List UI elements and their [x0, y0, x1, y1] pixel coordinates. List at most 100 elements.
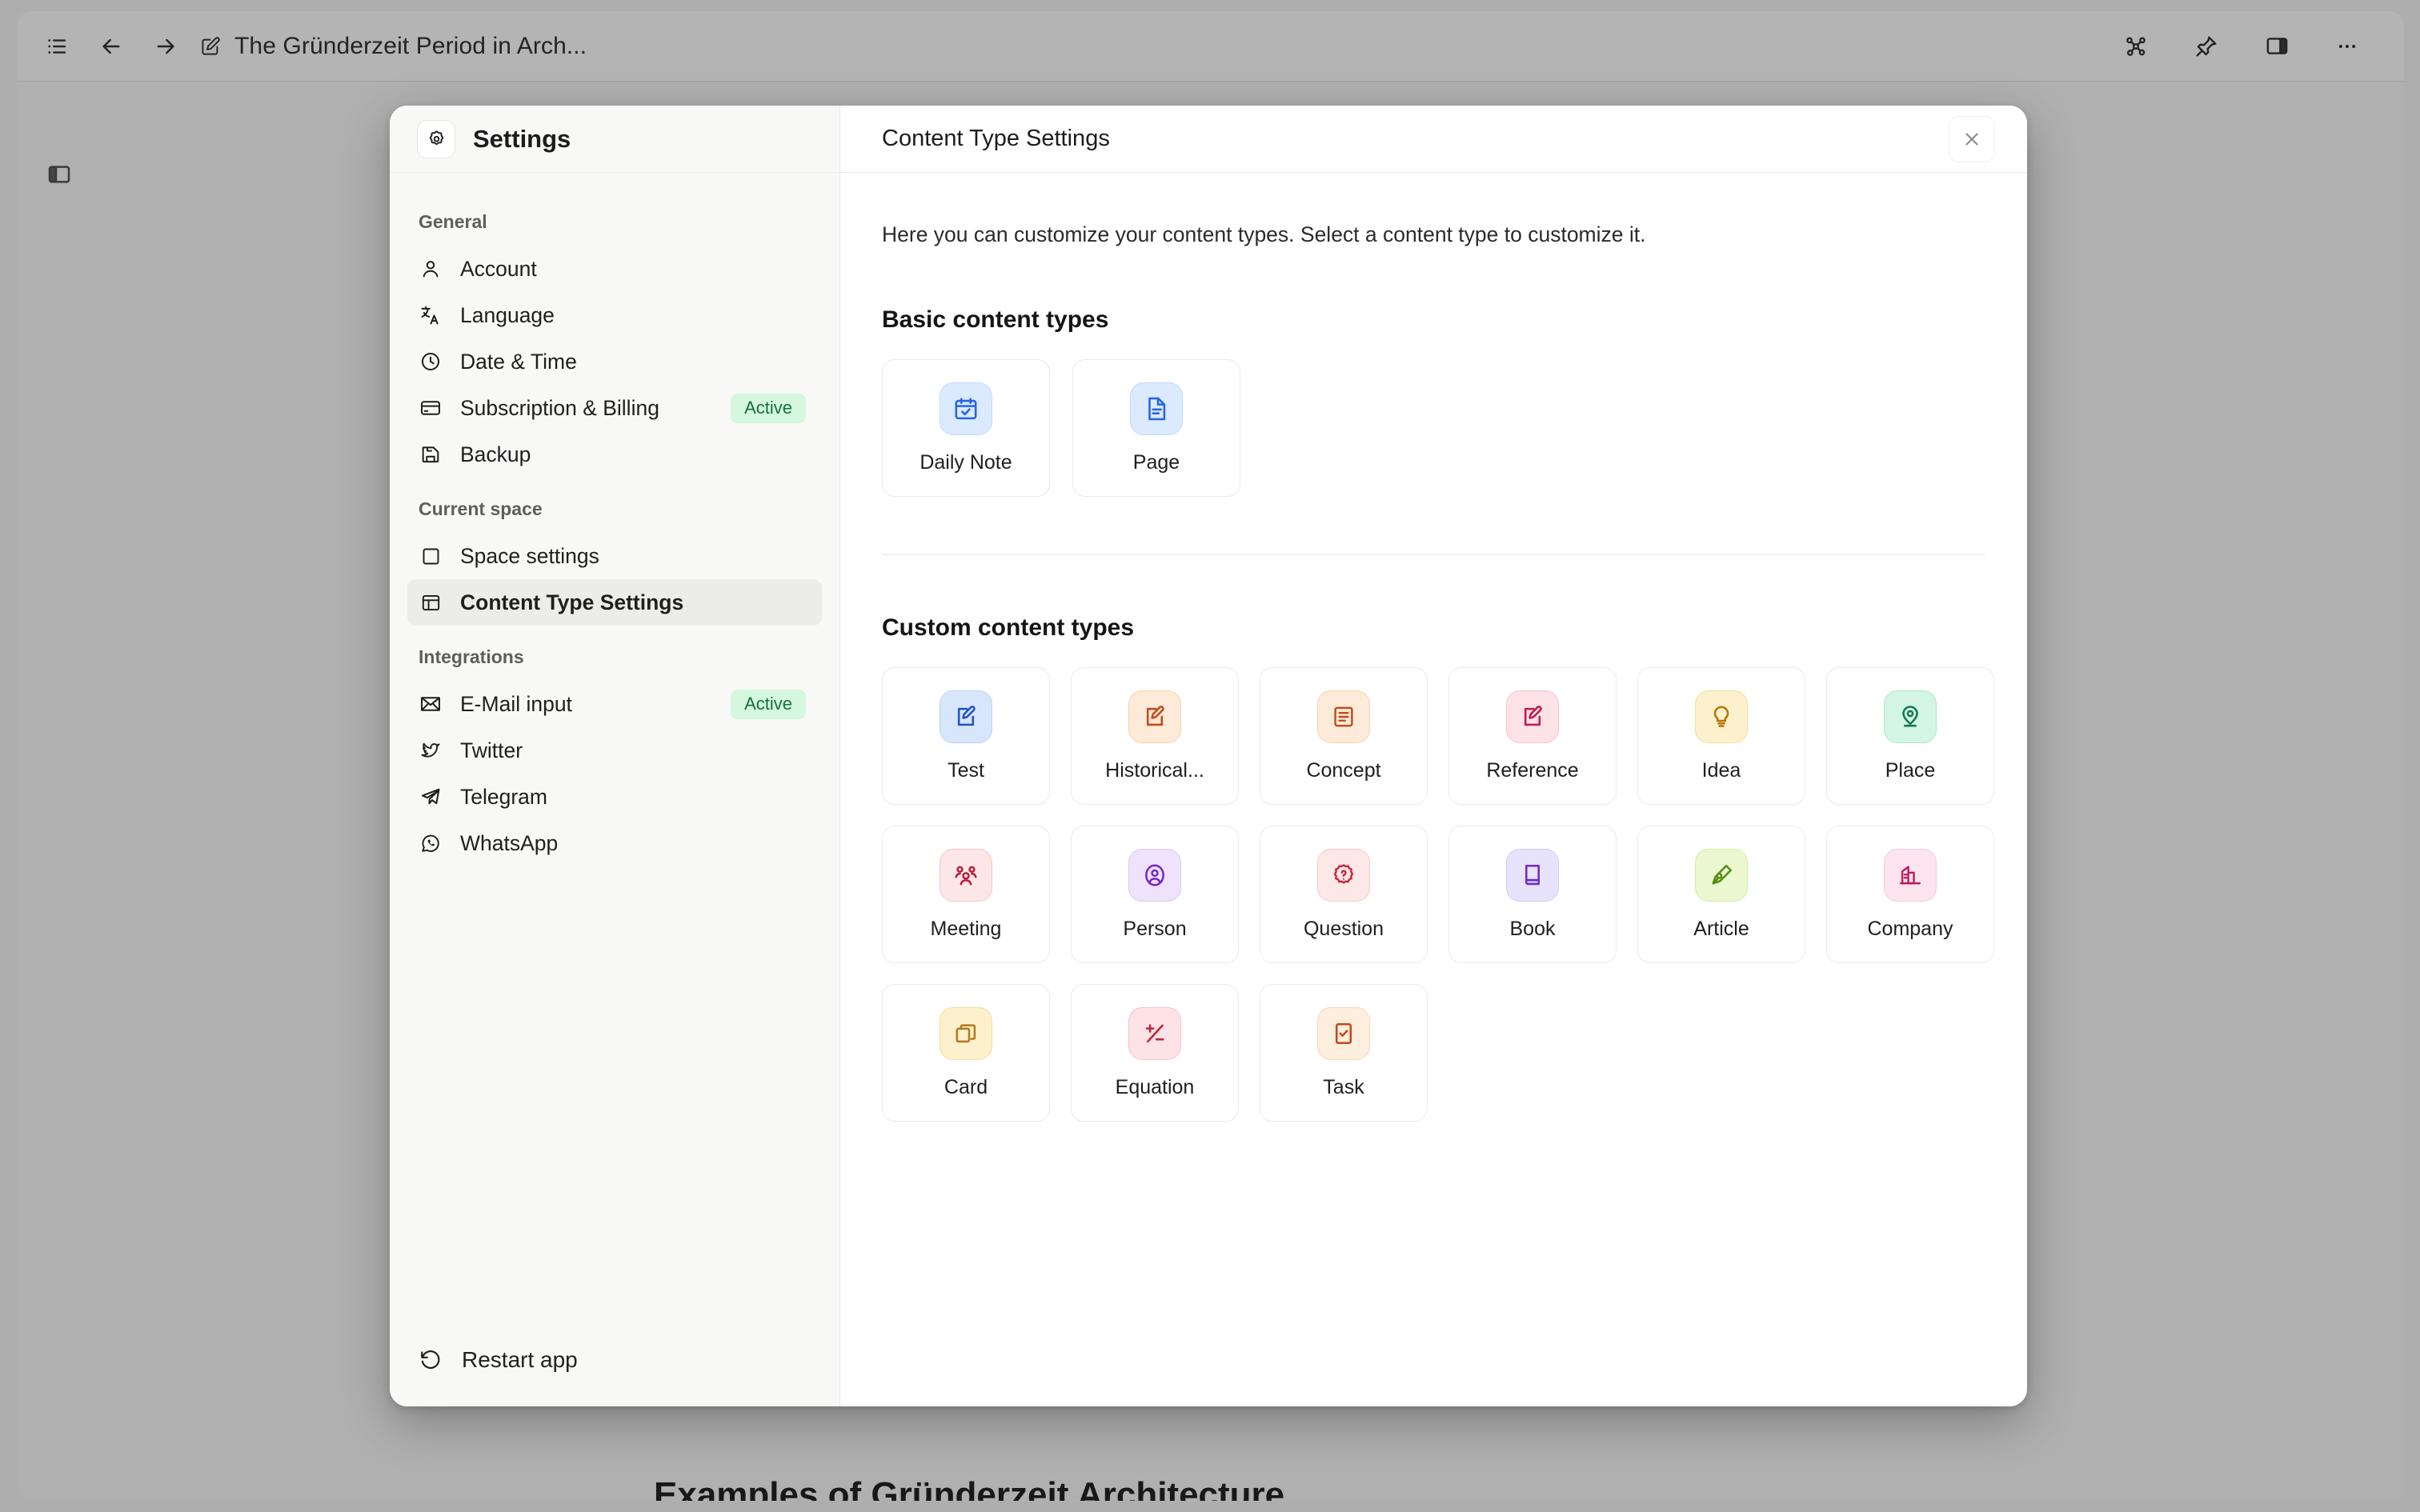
nav-group-label-general: General: [419, 211, 487, 232]
content-type-label: Card: [944, 1075, 988, 1098]
list-icon[interactable]: [40, 30, 74, 63]
custom-section-title: Custom content types: [882, 614, 1135, 641]
buildings-icon: [1884, 848, 1937, 902]
content-type-label: Task: [1323, 1075, 1364, 1098]
content-type-label: Test: [948, 758, 984, 782]
note-pencil-icon: [940, 690, 992, 743]
content-type-label: Equation: [1115, 1075, 1195, 1098]
translate-icon: [419, 303, 443, 327]
calendar-check-icon: [940, 382, 992, 435]
whatsapp-icon: [419, 831, 443, 855]
content-type-card-person[interactable]: Person: [1071, 826, 1239, 963]
document-heading: Examples of Gründerzeit Architecture: [654, 1475, 1285, 1501]
square-icon: [419, 544, 443, 568]
content-type-card-concept[interactable]: Concept: [1260, 667, 1428, 805]
back-arrow-icon[interactable]: [94, 30, 128, 63]
restart-icon: [419, 1348, 443, 1372]
content-type-card-equation[interactable]: Equation: [1071, 984, 1239, 1122]
sidebar-item-label: Date & Time: [460, 349, 577, 374]
content-type-label: Company: [1867, 917, 1953, 940]
content-type-card-historical[interactable]: Historical...: [1071, 667, 1239, 805]
section-divider: [882, 554, 1985, 555]
settings-sidebar: Settings General Account Language Date &…: [390, 106, 840, 1406]
content-type-card-book[interactable]: Book: [1448, 826, 1617, 963]
content-type-label: Idea: [1701, 758, 1741, 782]
content-type-card-idea[interactable]: Idea: [1637, 667, 1805, 805]
twitter-bird-icon: [419, 738, 443, 762]
sidebar-item-email-input[interactable]: E-Mail input Active: [407, 681, 822, 727]
content-type-card-company[interactable]: Company: [1826, 826, 1994, 963]
content-type-label: Concept: [1306, 758, 1381, 782]
envelope-icon: [419, 692, 443, 716]
settings-sidebar-header: Settings: [390, 106, 839, 173]
sidebar-item-space-settings[interactable]: Space settings: [407, 533, 822, 579]
user-icon: [419, 257, 443, 281]
sidebar-item-label: Backup: [460, 442, 531, 466]
graph-view-icon[interactable]: [2119, 30, 2153, 63]
settings-sidebar-footer: Restart app: [390, 1347, 839, 1406]
plus-minus-icon: [1128, 1006, 1181, 1060]
text-lines-box-icon: [1317, 690, 1370, 743]
sidebar-item-label: Twitter: [460, 738, 523, 762]
sidebar-item-subscription-billing[interactable]: Subscription & Billing Active: [407, 385, 822, 431]
content-type-card-reference[interactable]: Reference: [1448, 667, 1617, 805]
content-type-label: Book: [1509, 917, 1556, 940]
sidebar-item-language[interactable]: Language: [407, 292, 822, 338]
titlebar: The Gründerzeit Period in Arch...: [18, 11, 2404, 82]
close-icon[interactable]: [1949, 115, 1995, 162]
forward-arrow-icon[interactable]: [149, 30, 182, 63]
sidebar-item-telegram[interactable]: Telegram: [407, 774, 822, 820]
sidebar-item-date-time[interactable]: Date & Time: [407, 338, 822, 385]
settings-nav: General Account Language Date & Time Sub…: [390, 173, 839, 1347]
sidebar-item-label: Content Type Settings: [460, 590, 684, 614]
content-type-settings-body: Here you can customize your content type…: [840, 173, 2027, 1122]
settings-title: Settings: [473, 124, 571, 153]
basic-section-title: Basic content types: [882, 306, 1109, 333]
content-type-settings-pane: Content Type Settings Here you can custo…: [840, 106, 2027, 1406]
status-badge: Active: [731, 689, 806, 719]
user-circle-icon: [1128, 848, 1181, 902]
nav-group-label-current-space: Current space: [419, 498, 543, 519]
content-type-label: Reference: [1486, 758, 1579, 782]
sidebar-item-label: Language: [460, 302, 555, 327]
left-panel-toggle-icon[interactable]: [42, 157, 77, 192]
content-type-card-place[interactable]: Place: [1826, 667, 1994, 805]
status-badge: Active: [731, 393, 806, 423]
content-type-card-question[interactable]: Question: [1260, 826, 1428, 963]
content-type-card-card[interactable]: Card: [882, 984, 1050, 1122]
more-options-icon[interactable]: [2330, 30, 2364, 63]
content-type-label: Article: [1693, 917, 1749, 940]
sidebar-item-content-type-settings[interactable]: Content Type Settings: [407, 579, 822, 626]
sidebar-item-whatsapp[interactable]: WhatsApp: [407, 820, 822, 866]
content-type-label: Question: [1303, 917, 1384, 940]
content-type-card-page[interactable]: Page: [1072, 359, 1240, 497]
pane-title: Content Type Settings: [882, 126, 1110, 151]
restart-app-button[interactable]: Restart app: [419, 1347, 811, 1373]
content-type-card-article[interactable]: Article: [1637, 826, 1805, 963]
content-type-label: Daily Note: [920, 450, 1012, 474]
nav-group-label-integrations: Integrations: [419, 646, 524, 667]
edit-note-icon: [200, 35, 222, 57]
content-type-card-meeting[interactable]: Meeting: [882, 826, 1050, 963]
pin-icon[interactable]: [2190, 30, 2223, 63]
content-type-label: Meeting: [930, 917, 1002, 940]
content-type-card-task[interactable]: Task: [1260, 984, 1428, 1122]
sidebar-item-account[interactable]: Account: [407, 246, 822, 292]
lightbulb-icon: [1695, 690, 1748, 743]
content-type-settings-header: Content Type Settings: [840, 106, 2027, 173]
page-title: The Gründerzeit Period in Arch...: [234, 32, 587, 59]
book-icon: [1506, 848, 1559, 902]
right-panel-icon[interactable]: [2260, 30, 2294, 63]
sidebar-item-backup[interactable]: Backup: [407, 431, 822, 478]
content-type-card-daily-note[interactable]: Daily Note: [882, 359, 1050, 497]
checkbox-doc-icon: [1317, 1006, 1370, 1060]
content-type-label: Page: [1132, 450, 1180, 474]
sidebar-item-label: Subscription & Billing: [460, 395, 659, 420]
intro-text: Here you can customize your content type…: [882, 222, 1646, 246]
note-pencil-icon: [1128, 690, 1181, 743]
credit-card-icon: [419, 396, 443, 420]
basic-content-type-grid: Daily Note Page: [882, 359, 1985, 497]
content-type-card-test[interactable]: Test: [882, 667, 1050, 805]
sidebar-item-twitter[interactable]: Twitter: [407, 727, 822, 774]
save-disk-icon: [419, 442, 443, 466]
